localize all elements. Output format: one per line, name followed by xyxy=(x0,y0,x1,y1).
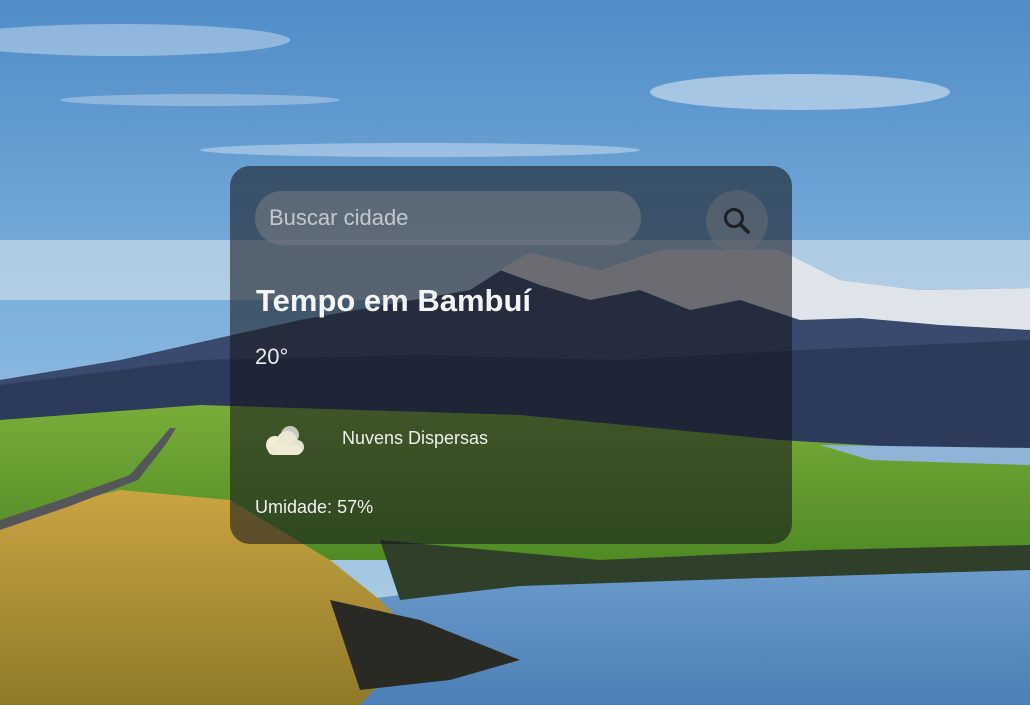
search-input[interactable] xyxy=(255,191,641,245)
search-icon xyxy=(724,208,750,234)
search-button[interactable] xyxy=(706,190,768,252)
humidity-readout: Umidade: 57% xyxy=(255,497,373,518)
cloud-icon xyxy=(266,426,304,455)
title-prefix: Tempo em xyxy=(256,283,409,318)
temperature-value: 20° xyxy=(255,344,289,369)
weather-description: Nuvens Dispersas xyxy=(342,428,489,448)
humidity-value: 57% xyxy=(337,497,374,517)
city-name: Bambuí xyxy=(417,283,532,318)
weather-card: Tempo em Bambuí 20° Nuvens Dispersas Umi… xyxy=(230,166,792,544)
city-title: Tempo em Bambuí xyxy=(256,283,531,319)
weather-app-page: Tempo em Bambuí 20° Nuvens Dispersas Umi… xyxy=(0,0,1030,705)
humidity-label: Umidade: xyxy=(255,497,333,517)
